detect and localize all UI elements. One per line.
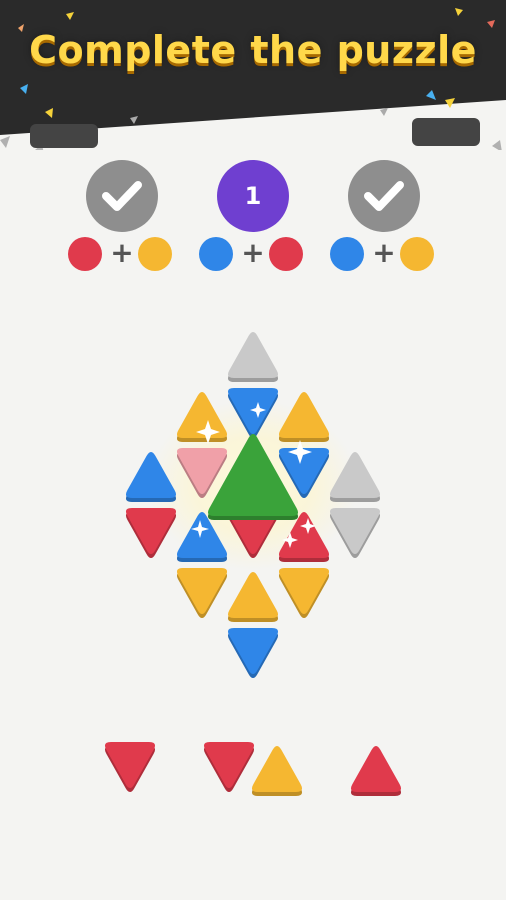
board-cell-yellow[interactable]	[278, 568, 330, 619]
board-cell-gray[interactable]	[227, 331, 279, 382]
yellow-dot	[400, 237, 434, 271]
tray-triangle-red[interactable]	[203, 742, 255, 793]
blue-dot	[330, 237, 364, 271]
board-cell-red[interactable]	[125, 508, 177, 559]
goal-1-recipe: +	[52, 235, 192, 271]
board-cell-yellow[interactable]	[176, 568, 228, 619]
tray-piece-2[interactable]	[203, 742, 303, 796]
board-cell-blue[interactable]	[125, 451, 177, 502]
tray-triangle-yellow[interactable]	[251, 745, 303, 796]
tray-piece-3[interactable]	[350, 745, 402, 796]
top-left-button-edge[interactable]	[30, 124, 98, 148]
goal-3-recipe: +	[314, 235, 454, 271]
red-dot	[68, 237, 102, 271]
goal-2-count: 1	[244, 182, 262, 210]
board-cell-gray[interactable]	[329, 508, 381, 559]
board-cell-blue[interactable]	[227, 628, 279, 679]
goal-2-badge: 1	[217, 160, 289, 232]
board-cell-blue[interactable]	[227, 388, 279, 439]
blue-dot	[199, 237, 233, 271]
check-icon	[102, 181, 142, 211]
top-right-button-edge[interactable]	[412, 118, 480, 146]
goal-1-badge	[86, 160, 158, 232]
board-cell-gray[interactable]	[329, 451, 381, 502]
plus-icon: +	[241, 236, 265, 269]
title: Complete the puzzle	[29, 28, 477, 72]
board-cell-yellow[interactable]	[176, 391, 228, 442]
plus-icon: +	[110, 236, 134, 269]
board-cell-yellow[interactable]	[278, 391, 330, 442]
goal-2-recipe: +	[183, 235, 323, 271]
goal-3-badge	[348, 160, 420, 232]
board-cell-selected-green[interactable]	[207, 433, 299, 520]
goal-2: 1 +	[183, 160, 323, 271]
tray-triangle-red[interactable]	[350, 745, 402, 796]
yellow-dot	[138, 237, 172, 271]
plus-icon: +	[372, 236, 396, 269]
red-dot	[269, 237, 303, 271]
tray-triangle-red[interactable]	[104, 742, 156, 793]
goal-1: +	[52, 160, 192, 271]
tray-piece-1[interactable]	[104, 742, 156, 793]
title-banner	[0, 0, 506, 150]
piece-tray	[104, 742, 402, 796]
check-icon	[364, 181, 404, 211]
goal-3: +	[314, 160, 454, 271]
board-cell-yellow[interactable]	[227, 571, 279, 622]
